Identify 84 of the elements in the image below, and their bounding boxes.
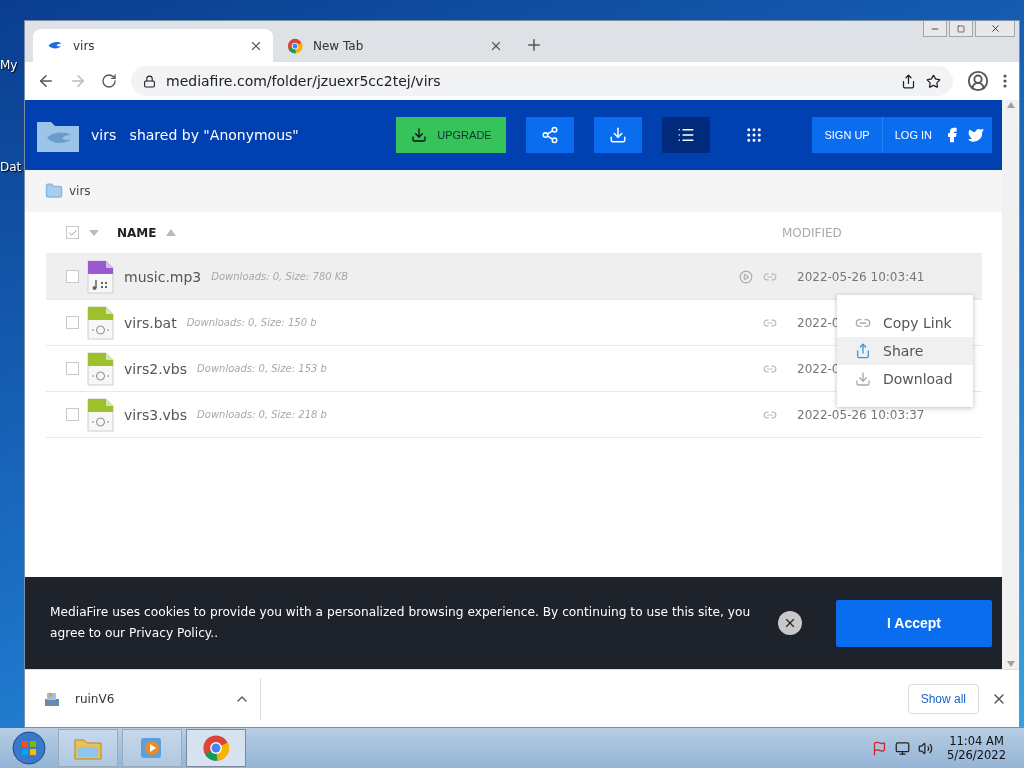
select-all-checkbox[interactable] bbox=[66, 226, 79, 239]
browser-tab[interactable]: New Tab bbox=[273, 29, 513, 62]
list-icon bbox=[677, 126, 696, 144]
close-banner-button[interactable] bbox=[778, 611, 802, 635]
sort-arrow-icon bbox=[166, 229, 177, 236]
new-tab-button[interactable] bbox=[525, 36, 543, 54]
mediafire-icon bbox=[47, 40, 63, 51]
script-file-icon bbox=[87, 305, 114, 340]
network-icon[interactable] bbox=[895, 740, 911, 756]
download-icon bbox=[411, 127, 428, 143]
menu-item[interactable]: Share bbox=[837, 337, 973, 365]
close-icon bbox=[989, 23, 1001, 34]
file-name[interactable]: virs3.vbs bbox=[124, 406, 188, 423]
url-text: mediafire.com/folder/jzuexr5cc2tej/virs bbox=[166, 73, 442, 89]
folder-icon bbox=[45, 182, 63, 200]
clock[interactable]: 11:04 AM 5/26/2022 bbox=[941, 734, 1020, 762]
file-meta: Downloads: 0, Size: 153 b bbox=[197, 363, 328, 374]
close-window-button[interactable] bbox=[975, 21, 1015, 37]
bookmark-star-icon[interactable] bbox=[926, 73, 941, 89]
taskbar-app[interactable] bbox=[122, 729, 182, 767]
download-icon bbox=[609, 126, 628, 144]
file-meta: Downloads: 0, Size: 150 b bbox=[186, 317, 318, 328]
row-checkbox[interactable] bbox=[66, 408, 79, 421]
lock-icon bbox=[143, 74, 156, 88]
file-meta: Downloads: 0, Size: 780 KB bbox=[211, 271, 350, 282]
folder-title: virs shared by "Anonymous" bbox=[91, 127, 300, 143]
sign-up-button[interactable]: SIGN UP bbox=[812, 117, 883, 153]
row-checkbox[interactable] bbox=[66, 270, 79, 283]
share-icon[interactable] bbox=[901, 73, 916, 89]
file-name[interactable]: virs.bat bbox=[124, 314, 177, 331]
download-button[interactable] bbox=[594, 117, 643, 153]
modified-date: 2022-05-26 10:03:37 bbox=[797, 407, 925, 422]
forward-button[interactable] bbox=[69, 72, 87, 90]
breadcrumb-link[interactable]: virs bbox=[39, 178, 97, 204]
view-toggle-button[interactable] bbox=[662, 117, 711, 153]
chrome-icon bbox=[202, 734, 230, 762]
action-center-icon[interactable] bbox=[872, 740, 888, 756]
twitter-icon[interactable] bbox=[968, 127, 984, 143]
reload-button[interactable] bbox=[101, 73, 117, 89]
browser-tab[interactable]: virs bbox=[33, 29, 273, 62]
menu-item[interactable]: Download bbox=[837, 365, 973, 393]
file-name[interactable]: virs2.vbs bbox=[124, 360, 188, 377]
volume-icon[interactable] bbox=[918, 740, 934, 756]
back-button[interactable] bbox=[37, 72, 55, 90]
share-icon bbox=[855, 343, 871, 359]
play-icon[interactable] bbox=[739, 269, 753, 284]
address-bar[interactable]: mediafire.com/folder/jzuexr5cc2tej/virs bbox=[131, 66, 953, 96]
log-in-button[interactable]: LOG IN bbox=[882, 117, 944, 153]
close-icon bbox=[783, 616, 797, 630]
profile-button[interactable] bbox=[967, 70, 989, 92]
audio-file-icon bbox=[87, 259, 114, 294]
menu-item[interactable]: Copy Link bbox=[837, 309, 973, 337]
downloaded-file[interactable]: ruinV6 bbox=[43, 677, 261, 720]
taskbar-app[interactable] bbox=[186, 729, 246, 767]
file-row[interactable]: music.mp3 Downloads: 0, Size: 780 KB 2022-05-26 10:03:41 bbox=[46, 254, 982, 300]
grid-icon bbox=[745, 126, 764, 144]
script-file-icon bbox=[87, 397, 114, 432]
kebab-menu-icon bbox=[1003, 74, 1007, 88]
row-checkbox[interactable] bbox=[66, 316, 79, 329]
cookie-text: MediaFire uses cookies to provide you with a personalized browsing experience. By continuing to use this site, you agree to our Privacy Policy.. bbox=[50, 604, 752, 642]
menu-button[interactable] bbox=[1003, 74, 1007, 88]
chrome-icon bbox=[287, 37, 303, 54]
file-name[interactable]: music.mp3 bbox=[124, 268, 202, 285]
row-checkbox[interactable] bbox=[66, 362, 79, 375]
desktop-icon-label: Dat bbox=[0, 160, 22, 174]
modified-date: 2022-05-26 10:03:41 bbox=[797, 269, 925, 284]
file-meta: Downloads: 0, Size: 218 b bbox=[197, 409, 328, 420]
check-icon bbox=[67, 227, 78, 238]
download-icon bbox=[855, 371, 871, 387]
show-all-button[interactable]: Show all bbox=[907, 683, 979, 714]
upgrade-button[interactable]: UPGRADE bbox=[396, 117, 507, 153]
column-header[interactable]: NAME bbox=[117, 225, 157, 240]
script-file-icon bbox=[87, 351, 114, 386]
desktop-icon-label: My bbox=[0, 58, 18, 72]
installer-icon bbox=[43, 689, 61, 708]
maximize-button[interactable] bbox=[949, 21, 973, 37]
scroll-down-arrow-icon[interactable] bbox=[1006, 661, 1015, 667]
scroll-up-arrow-icon[interactable] bbox=[1006, 102, 1015, 108]
maximize-icon bbox=[957, 24, 965, 33]
share-button[interactable] bbox=[526, 117, 575, 153]
accept-button[interactable]: I Accept bbox=[836, 599, 992, 647]
dropdown-caret-icon[interactable] bbox=[89, 229, 99, 236]
share-icon bbox=[541, 126, 560, 144]
minimize-button[interactable] bbox=[923, 21, 947, 37]
